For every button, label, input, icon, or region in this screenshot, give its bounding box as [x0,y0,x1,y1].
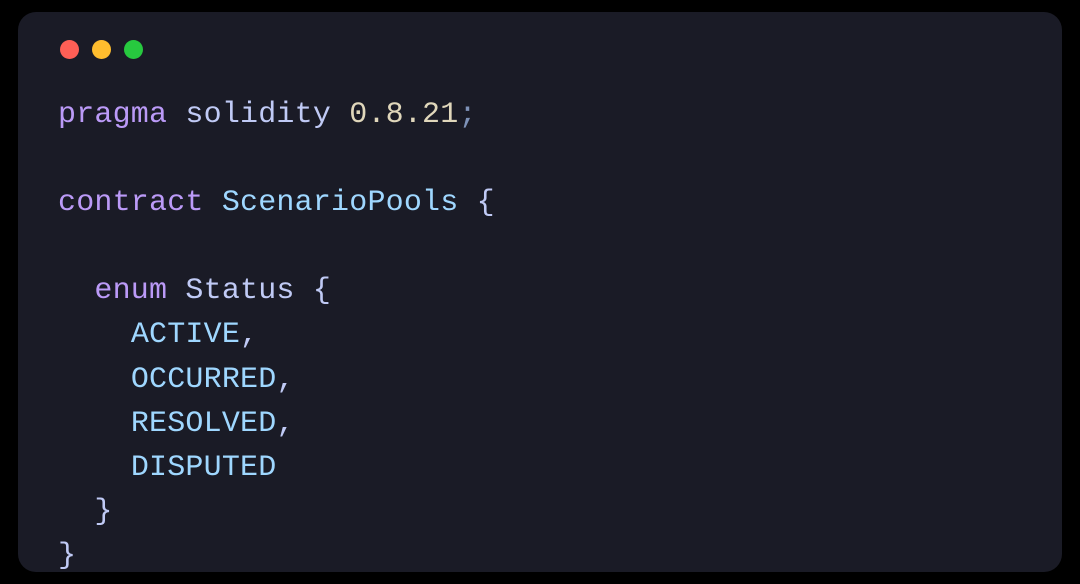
close-brace: } [94,495,112,529]
code-block: pragma solidity 0.8.21; contract Scenari… [58,93,1022,572]
keyword-enum: enum [94,274,167,308]
enum-value: DISPUTED [131,451,277,485]
semicolon: ; [458,98,476,132]
open-brace: { [477,186,495,220]
close-brace: } [58,539,76,572]
traffic-lights [60,40,1022,59]
comma: , [276,363,294,397]
version-number: 0.8.21 [349,98,458,132]
window-zoom-icon[interactable] [124,40,143,59]
ident-solidity: solidity [185,98,331,132]
code-window: pragma solidity 0.8.21; contract Scenari… [18,12,1062,572]
enum-value: RESOLVED [131,407,277,441]
keyword-contract: contract [58,186,204,220]
comma: , [240,318,258,352]
enum-name: Status [185,274,294,308]
contract-name: ScenarioPools [222,186,459,220]
keyword-pragma: pragma [58,98,167,132]
open-brace: { [313,274,331,308]
window-close-icon[interactable] [60,40,79,59]
window-minimize-icon[interactable] [92,40,111,59]
enum-value: ACTIVE [131,318,240,352]
enum-value: OCCURRED [131,363,277,397]
comma: , [276,407,294,441]
